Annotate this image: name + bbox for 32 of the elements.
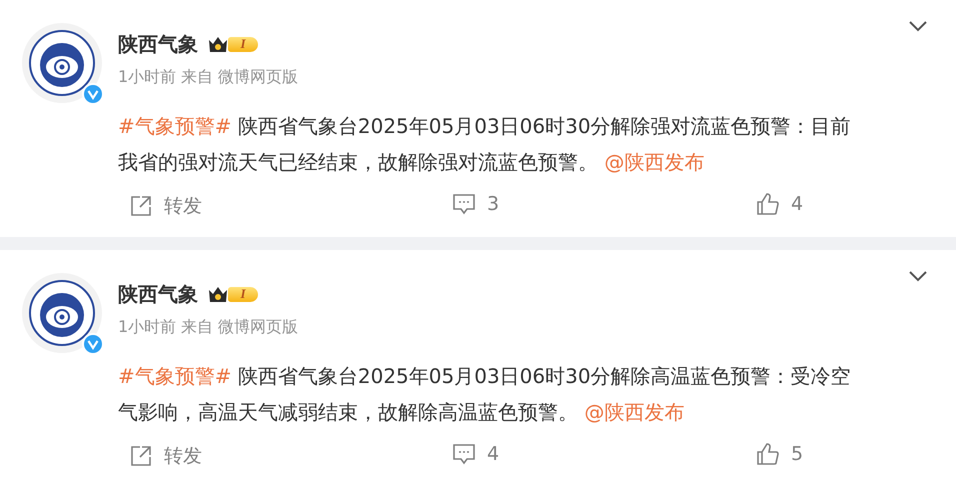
source-label: 来自 [181, 67, 214, 88]
share-icon [130, 195, 152, 217]
source-name[interactable]: 微博网页版 [218, 67, 298, 88]
repost-button[interactable]: 转发 [130, 193, 202, 219]
author-name[interactable]: 陕西气象 [118, 280, 198, 308]
post-time[interactable]: 1小时前 [118, 317, 176, 338]
level-badge: I [228, 36, 258, 52]
mention-link[interactable]: @陕西发布 [584, 400, 684, 424]
crown-icon [208, 35, 228, 53]
source-name[interactable]: 微博网页版 [218, 317, 298, 338]
chevron-down-icon[interactable] [908, 20, 928, 32]
post-text: #气象预警# 陕西省气象台2025年05月03日06时30分解除高温蓝色预警：受冷空气影响，高温天气减弱结束，故解除高温蓝色预警。 @陕西发布 [118, 363, 852, 426]
thumbs-up-icon [757, 443, 779, 465]
comment-button[interactable]: 3 [453, 193, 500, 215]
share-icon [130, 445, 152, 467]
author-name[interactable]: 陕西气象 [118, 30, 198, 58]
comment-button[interactable]: 4 [453, 443, 500, 465]
source-label: 来自 [181, 317, 214, 338]
mention-link[interactable]: @陕西发布 [604, 150, 704, 174]
crown-icon [208, 285, 228, 303]
repost-button[interactable]: 转发 [130, 443, 202, 469]
thumbs-up-icon [757, 193, 779, 215]
topic-link[interactable]: #气象预警# [118, 364, 232, 388]
like-button[interactable]: 5 [757, 443, 804, 465]
post-time[interactable]: 1小时前 [118, 67, 176, 88]
comment-icon [453, 444, 475, 464]
topic-link[interactable]: #气象预警# [118, 114, 232, 138]
comment-icon [453, 194, 475, 214]
like-button[interactable]: 4 [757, 193, 804, 215]
chevron-down-icon[interactable] [908, 270, 928, 282]
post-text: #气象预警# 陕西省气象台2025年05月03日06时30分解除强对流蓝色预警：目前我省的强对流天气已经结束，故解除强对流蓝色预警。 @陕西发布 [118, 113, 852, 176]
level-badge: I [228, 286, 258, 302]
